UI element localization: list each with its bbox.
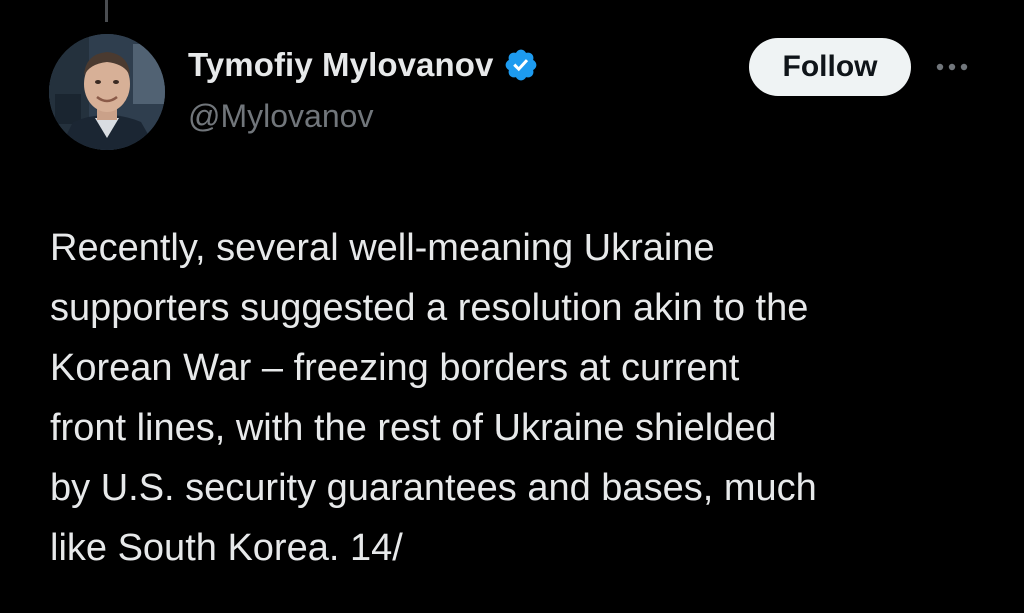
tweet-text-line: like South Korea. 14/: [50, 527, 403, 569]
thread-connector-line: [105, 0, 108, 22]
avatar-photo: [49, 34, 165, 150]
tweet-text: Recently, several well-meaning Ukraine s…: [50, 218, 990, 578]
follow-button[interactable]: Follow: [749, 38, 911, 96]
tweet-text-line: by U.S. security guarantees and bases, m…: [50, 467, 817, 509]
tweet-text-line: Recently, several well-meaning Ukraine: [50, 227, 715, 269]
more-options-button[interactable]: [930, 52, 974, 82]
avatar[interactable]: [49, 34, 165, 150]
tweet-text-line: supporters suggested a resolution akin t…: [50, 287, 809, 329]
verified-badge-icon: [503, 47, 539, 83]
tweet-text-line: Korean War – freezing borders at current: [50, 347, 740, 389]
tweet-text-line: front lines, with the rest of Ukraine sh…: [50, 407, 777, 449]
author-display-name[interactable]: Tymofiy Mylovanov: [188, 46, 493, 84]
author-name-row: Tymofiy Mylovanov: [188, 46, 539, 84]
more-horizontal-icon: [936, 63, 968, 71]
author-handle[interactable]: @Mylovanov: [188, 98, 373, 135]
